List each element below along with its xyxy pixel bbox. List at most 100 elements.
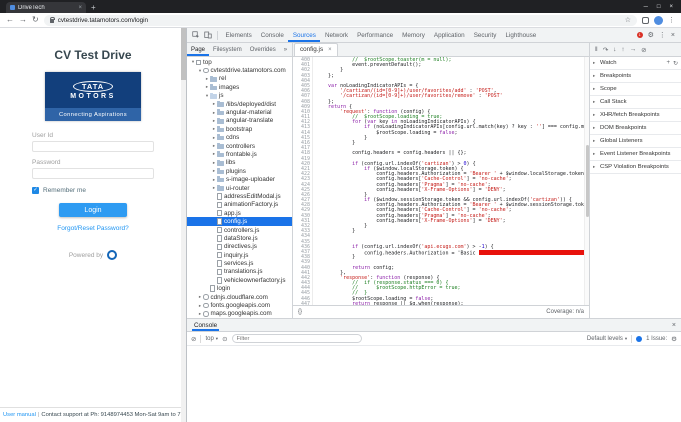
browser-menu-icon[interactable]: ⋮	[668, 16, 675, 24]
forward-icon[interactable]: →	[19, 16, 27, 24]
tree-item-directives-js[interactable]: directives.js	[187, 243, 292, 251]
tree-item-login[interactable]: login	[187, 285, 292, 293]
user-manual-link[interactable]: User manual	[3, 412, 36, 418]
remember-me-checkbox[interactable]: ✓	[32, 187, 39, 194]
tree-item-images[interactable]: ▸images	[187, 83, 292, 91]
tree-item-bootstrap[interactable]: ▸bootstrap	[187, 125, 292, 133]
expand-icon[interactable]: ▸	[593, 125, 598, 131]
panel-tab-sources[interactable]: Sources	[288, 28, 320, 42]
tree-item-ui-router[interactable]: ▸ui-router	[187, 184, 292, 192]
tab-close-icon[interactable]: ×	[78, 5, 82, 11]
panel-tab-elements[interactable]: Elements	[221, 28, 256, 42]
pretty-print-button[interactable]: {}	[298, 309, 302, 315]
bookmark-star-icon[interactable]: ☆	[625, 16, 631, 24]
expand-icon[interactable]: ▸	[593, 151, 598, 157]
password-field[interactable]	[32, 168, 154, 179]
devtools-menu-icon[interactable]: ⋮	[659, 32, 666, 39]
tree-item-cdnjs-cloudflare-com[interactable]: ▸cdnjs.cloudflare.com	[187, 293, 292, 301]
tree-item-addresseditmodal-js[interactable]: addressEditModal.js	[187, 192, 292, 200]
tree-item-fonts-googleapis-com[interactable]: ▸fonts.googleapis.com	[187, 301, 292, 309]
forgot-password-link[interactable]: Forgot/Reset Password?	[32, 225, 154, 232]
devtools-close-icon[interactable]: ×	[671, 32, 675, 39]
tree-item-animationfactory-js[interactable]: animationFactory.js	[187, 201, 292, 209]
reload-icon[interactable]: ↻	[32, 16, 39, 24]
tree-item-plugins[interactable]: ▸plugins	[187, 167, 292, 175]
expand-icon[interactable]: ▸	[593, 138, 598, 144]
tree-item-s-image-uploader[interactable]: ▸s-image-uploader	[187, 175, 292, 183]
devtools-settings-icon[interactable]: ⚙	[648, 32, 654, 39]
panel-tab-application[interactable]: Application	[429, 28, 469, 42]
pause-icon[interactable]: ‖	[595, 46, 598, 53]
tree-item-controllers-js[interactable]: controllers.js	[187, 226, 292, 234]
tree-item-cdns[interactable]: ▸cdns	[187, 134, 292, 142]
section-global-listeners[interactable]: ▸Global Listeners	[590, 135, 681, 148]
drawer-close-icon[interactable]: ×	[672, 322, 676, 329]
tree-item-libs[interactable]: ▸libs	[187, 159, 292, 167]
section-call-stack[interactable]: ▸Call Stack	[590, 96, 681, 109]
editor-scrollbar-thumb[interactable]	[586, 145, 589, 217]
console-output[interactable]	[187, 346, 681, 422]
extensions-icon[interactable]	[642, 17, 649, 24]
new-tab-button[interactable]: +	[91, 3, 96, 12]
step-over-icon[interactable]: ↷	[603, 46, 608, 54]
tree-item-config-js[interactable]: config.js	[187, 217, 292, 225]
nav-tab-page[interactable]: Page	[187, 43, 209, 56]
section-dom-breakpoints[interactable]: ▸DOM Breakpoints	[590, 122, 681, 135]
tree-item-maps-googleapis-com[interactable]: ▸maps.googleapis.com	[187, 310, 292, 318]
browser-tab[interactable]: DriveTech ×	[6, 2, 86, 13]
console-drawer-tab[interactable]: Console	[192, 319, 219, 331]
expand-icon[interactable]: ▸	[593, 164, 598, 170]
step-icon[interactable]: →	[630, 46, 637, 53]
error-count-badge[interactable]: 1	[637, 32, 643, 38]
url-text[interactable]: cvtestdrive.tatamotors.com/login	[58, 17, 621, 24]
console-filter-input[interactable]	[232, 334, 362, 343]
tree-item-rel[interactable]: ▸rel	[187, 75, 292, 83]
console-context-selector[interactable]: top ▾	[205, 336, 218, 342]
tree-item-top[interactable]: ▾top	[187, 58, 292, 66]
section-event-listener-breakpoints[interactable]: ▸Event Listener Breakpoints	[590, 148, 681, 161]
back-icon[interactable]: ←	[6, 16, 14, 24]
section-xhr-fetch-breakpoints[interactable]: ▸XHR/fetch Breakpoints	[590, 109, 681, 122]
user-id-field[interactable]	[32, 141, 154, 152]
nav-tab-more-tabs[interactable]: »	[280, 43, 291, 56]
device-toolbar-icon[interactable]	[204, 31, 212, 39]
expand-icon[interactable]: ▸	[593, 112, 598, 118]
section-breakpoints[interactable]: ▸Breakpoints	[590, 70, 681, 83]
issues-count[interactable]: 1 Issue:	[646, 336, 667, 342]
refresh-watch-icon[interactable]: ↻	[673, 60, 678, 67]
expand-icon[interactable]: ▸	[593, 60, 598, 66]
console-settings-icon[interactable]: ⚙	[671, 335, 677, 343]
tree-item-translations-js[interactable]: translations.js	[187, 268, 292, 276]
add-watch-icon[interactable]: +	[666, 60, 670, 67]
tree-item-cvtestdrive-tatamotors-com[interactable]: ▾cvtestdrive.tatamotors.com	[187, 66, 292, 74]
tree-item-js[interactable]: ▾js	[187, 92, 292, 100]
section-csp-violation-breakpoints[interactable]: ▸CSP Violation Breakpoints	[590, 161, 681, 174]
maximize-button[interactable]: □	[657, 4, 661, 10]
nav-tab-overrides[interactable]: Overrides	[246, 43, 280, 56]
editor-scrollbar[interactable]	[584, 57, 589, 305]
nav-tab-filesystem[interactable]: Filesystem	[209, 43, 246, 56]
tree-item-vehicleownerfactory-js[interactable]: vehicleownerfactory.js	[187, 276, 292, 284]
panel-tab-memory[interactable]: Memory	[398, 28, 430, 42]
code-line-437[interactable]: config.headers.Authorization = 'Basic	[316, 250, 589, 255]
tree-item-inquiry-js[interactable]: inquiry.js	[187, 251, 292, 259]
section-scope[interactable]: ▸Scope	[590, 83, 681, 96]
log-levels-selector[interactable]: Default levels ▾	[587, 336, 627, 342]
editor-tab-config-js[interactable]: config.js ×	[294, 43, 338, 57]
tree-item-angular-material[interactable]: ▸angular-material	[187, 108, 292, 116]
tree-item-services-js[interactable]: services.js	[187, 259, 292, 267]
step-out-icon[interactable]: ↑	[621, 46, 624, 53]
panel-tab-performance[interactable]: Performance	[353, 28, 398, 42]
clear-console-icon[interactable]: ⊘	[191, 335, 196, 343]
tree-item-libs-deployed-dist[interactable]: ▸/libs/deployed/dist	[187, 100, 292, 108]
tree-item-datastore-js[interactable]: dataStore.js	[187, 234, 292, 242]
address-bar[interactable]: cvtestdrive.tatamotors.com/login ☆	[44, 15, 637, 26]
panel-tab-security[interactable]: Security	[469, 28, 501, 42]
tree-item-controllers[interactable]: ▸controllers	[187, 142, 292, 150]
eye-icon[interactable]: ⊙	[222, 335, 227, 343]
step-into-icon[interactable]: ↓	[613, 46, 616, 53]
inspect-element-icon[interactable]	[192, 31, 200, 39]
editor-code[interactable]: // $rootScope.toaster(m = null); event.p…	[313, 57, 589, 305]
tree-item-frontable-js[interactable]: ▸frontable.js	[187, 150, 292, 158]
tree-item-app-js[interactable]: app.js	[187, 209, 292, 217]
